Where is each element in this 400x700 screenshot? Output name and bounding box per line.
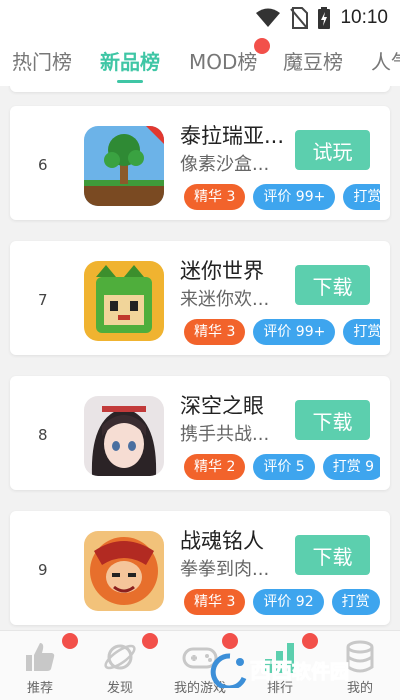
review-tag[interactable]: 评价 99+ bbox=[253, 319, 336, 345]
active-tab-indicator bbox=[117, 80, 143, 83]
tag-row: 精华 3 评价 99+ 打赏 bbox=[184, 319, 380, 345]
thumbs-up-icon bbox=[26, 643, 55, 671]
tab-popular[interactable]: 人气 bbox=[371, 46, 400, 75]
review-tag[interactable]: 评价 5 bbox=[253, 454, 315, 480]
app-description: 拳拳到肉... bbox=[180, 559, 270, 580]
app-description: 像素沙盒... bbox=[180, 154, 270, 175]
watermark-icon bbox=[210, 653, 247, 688]
watermark-subtext: 软件园 bbox=[291, 660, 350, 683]
no-sim-icon bbox=[290, 7, 309, 29]
list-item[interactable]: 7 迷你世界 来迷你欢... 下载 精华 3 评价 99+ 打赏 bbox=[10, 241, 390, 355]
list-item[interactable]: 6 泰拉瑞亚... 像素沙盒... 试玩 精华 3 评价 99+ 打赏 bbox=[10, 106, 390, 220]
nav-badge bbox=[222, 633, 238, 649]
watermark-text: 西西 bbox=[250, 659, 293, 684]
list-item[interactable]: 8 深空之眼 携手共战... 下载 精华 2 评价 5 打赏 9 bbox=[10, 376, 390, 490]
review-tag[interactable]: 评价 99+ bbox=[253, 184, 336, 210]
try-button[interactable]: 试玩 bbox=[295, 130, 370, 170]
category-tabs: 热门榜 新品榜 MOD榜 魔豆榜 人气 bbox=[0, 36, 400, 86]
rank-number: 9 bbox=[38, 561, 48, 579]
app-icon-soul-knight[interactable] bbox=[84, 531, 164, 611]
reward-tag[interactable]: 打赏 bbox=[343, 319, 380, 345]
review-tag[interactable]: 评价 92 bbox=[253, 589, 324, 615]
list-item-partial bbox=[10, 86, 390, 92]
download-button[interactable]: 下载 bbox=[295, 265, 370, 305]
rank-number: 7 bbox=[38, 291, 48, 309]
planet-icon bbox=[104, 644, 136, 670]
essence-tag[interactable]: 精华 2 bbox=[184, 454, 246, 480]
nav-discover[interactable]: 发现 bbox=[80, 631, 160, 700]
battery-charging-icon bbox=[318, 7, 331, 29]
tag-row: 精华 2 评价 5 打赏 9 bbox=[184, 454, 380, 480]
app-name: 泰拉瑞亚... bbox=[180, 124, 285, 148]
tag-row: 精华 3 评价 99+ 打赏 bbox=[184, 184, 380, 210]
tab-modou[interactable]: 魔豆榜 bbox=[283, 46, 343, 75]
tab-mod[interactable]: MOD榜 bbox=[189, 46, 257, 75]
nav-badge bbox=[62, 633, 78, 649]
app-description: 来迷你欢... bbox=[180, 289, 270, 310]
watermark-logo: 西西 软件园 bbox=[210, 650, 350, 690]
reward-tag[interactable]: 打赏 bbox=[343, 184, 380, 210]
status-bar: 10:10 bbox=[0, 0, 400, 36]
tag-row: 精华 3 评价 92 打赏 bbox=[184, 589, 380, 615]
download-button[interactable]: 下载 bbox=[295, 535, 370, 575]
app-icon-deep-space[interactable] bbox=[84, 396, 164, 476]
nav-label: 发现 bbox=[106, 681, 133, 696]
app-description: 携手共战... bbox=[180, 424, 270, 445]
reward-tag[interactable]: 打赏 9 bbox=[322, 454, 380, 480]
reward-tag[interactable]: 打赏 bbox=[331, 589, 380, 615]
nav-recommend[interactable]: 推荐 bbox=[0, 631, 80, 700]
list-item[interactable]: 9 战魂铭人 拳拳到肉... 下载 精华 3 评价 92 打赏 bbox=[10, 511, 390, 625]
app-name: 迷你世界 bbox=[180, 259, 264, 283]
rank-number: 6 bbox=[38, 156, 48, 174]
app-icon-terraria[interactable] bbox=[84, 126, 164, 206]
tab-new[interactable]: 新品榜 bbox=[100, 46, 160, 75]
ranking-list: 6 泰拉瑞亚... 像素沙盒... 试玩 精华 3 评价 99+ 打赏 7 迷你… bbox=[0, 86, 400, 630]
essence-tag[interactable]: 精华 3 bbox=[184, 184, 246, 210]
wifi-icon bbox=[256, 8, 281, 27]
essence-tag[interactable]: 精华 3 bbox=[184, 589, 246, 615]
download-button[interactable]: 下载 bbox=[295, 400, 370, 440]
essence-tag[interactable]: 精华 3 bbox=[184, 319, 246, 345]
app-icon-mini-world[interactable] bbox=[84, 261, 164, 341]
rank-number: 8 bbox=[38, 426, 48, 444]
nav-badge bbox=[142, 633, 158, 649]
clock: 10:10 bbox=[340, 7, 388, 28]
tab-mod-badge bbox=[254, 38, 270, 54]
nav-badge bbox=[302, 633, 318, 649]
nav-label: 推荐 bbox=[26, 681, 53, 696]
tab-hot[interactable]: 热门榜 bbox=[12, 46, 72, 75]
app-name: 战魂铭人 bbox=[180, 529, 264, 553]
app-name: 深空之眼 bbox=[180, 394, 264, 418]
